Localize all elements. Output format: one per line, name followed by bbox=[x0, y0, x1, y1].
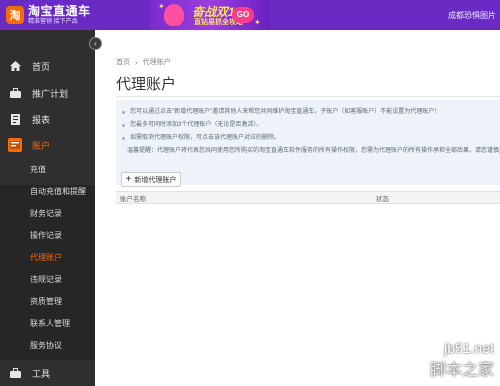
submenu-item-auto-recharge[interactable]: 自动充值和提醒 bbox=[0, 181, 95, 201]
sidebar-item-label: 首页 bbox=[32, 61, 51, 72]
notice-item: 温馨提醒：代理账户将代表您共同使用您所购买的淘宝直通车软件服务的所有操作权限，您… bbox=[122, 145, 500, 158]
breadcrumb-current: 代理账户 bbox=[142, 59, 171, 66]
shop-name-link[interactable]: 成都恐惧图片 bbox=[448, 10, 496, 21]
banner-star-icon: ✦ bbox=[254, 18, 261, 27]
column-header-status: 状态 bbox=[376, 196, 389, 203]
sidebar-item-reports[interactable]: 报表 bbox=[0, 106, 95, 132]
bullet-icon bbox=[122, 137, 125, 140]
sidebar-item-home[interactable]: 首页 bbox=[0, 53, 95, 79]
notice-text: 您可以通过点击"新增代理账户"邀请其他人来帮您共同维护淘宝直通车，子账户（如客服… bbox=[130, 109, 441, 115]
watermark-site: jb51.net bbox=[444, 340, 494, 356]
logo-title: 淘宝直通车 bbox=[28, 4, 91, 18]
sidebar-item-label: 工具 bbox=[32, 368, 51, 379]
submenu-item-finance-records[interactable]: 财务记录 bbox=[0, 203, 95, 223]
title-divider bbox=[116, 96, 500, 97]
logo-mark: 淘 bbox=[6, 6, 24, 24]
bullet-icon bbox=[122, 111, 125, 114]
watermark-name: 脚本之家 bbox=[429, 360, 494, 379]
top-bar: 淘 淘宝直通车 精准营销 接下产品 ✦ ✦ 奋战双12 直钻易抓全攻略 GO 成… bbox=[0, 0, 500, 30]
tools-icon bbox=[8, 366, 22, 380]
submenu-item-violations[interactable]: 违规记录 bbox=[0, 269, 95, 289]
submenu-item-recharge[interactable]: 充值 bbox=[0, 159, 95, 179]
notice-item: 您最多可同时添加3个代理账户（无论是否激活）。 bbox=[122, 119, 500, 132]
breadcrumb-separator-icon: › bbox=[135, 57, 138, 67]
submenu-item-qualifications[interactable]: 资质管理 bbox=[0, 291, 95, 311]
notice-text: 温馨提醒：代理账户将代表您共同使用您所购买的淘宝直通车软件服务的所有操作权限，您… bbox=[127, 148, 500, 154]
table-header: 账户名称 状态 bbox=[116, 191, 500, 204]
sidebar-item-label: 报表 bbox=[32, 114, 51, 125]
sidebar-item-label: 推广计划 bbox=[32, 88, 69, 99]
notice-text: 您最多可同时添加3个代理账户（无论是否激活）。 bbox=[130, 122, 263, 128]
main-content: 首页 › 代理账户 代理账户 您可以通过点击"新增代理账户"邀请其他人来帮您共同… bbox=[95, 30, 500, 386]
collapse-sidebar-button[interactable]: ‹ bbox=[89, 37, 102, 50]
notice-text: 如需取消代理账户权限，可点击该代理账户对应的删除。 bbox=[130, 135, 281, 141]
column-header-account-name: 账户名称 bbox=[120, 196, 146, 203]
plus-icon: + bbox=[125, 173, 132, 185]
page-title: 代理账户 bbox=[116, 76, 177, 93]
account-icon bbox=[8, 138, 22, 152]
add-agent-account-label: 新增代理账户 bbox=[134, 176, 177, 184]
add-agent-account-button[interactable]: + 新增代理账户 bbox=[121, 172, 181, 187]
submenu-item-agent-accounts[interactable]: 代理账户 bbox=[0, 247, 95, 267]
report-icon bbox=[8, 112, 22, 126]
sidebar-item-campaigns[interactable]: 推广计划 bbox=[0, 80, 95, 106]
sidebar-item-tools[interactable]: 工具 bbox=[0, 360, 95, 386]
logo-text: 淘宝直通车 精准营销 接下产品 bbox=[28, 5, 91, 25]
breadcrumb: 首页 › 代理账户 bbox=[116, 57, 171, 67]
submenu-item-contacts[interactable]: 联系人管理 bbox=[0, 313, 95, 333]
breadcrumb-home-link[interactable]: 首页 bbox=[116, 57, 130, 67]
banner-go-button[interactable]: GO bbox=[232, 7, 254, 23]
watermark: jb51.net 脚本之家 bbox=[430, 340, 494, 380]
banner-mascot-icon bbox=[164, 4, 184, 26]
submenu-item-operation-records[interactable]: 操作记录 bbox=[0, 225, 95, 245]
notice-item: 如需取消代理账户权限，可点击该代理账户对应的删除。 bbox=[122, 132, 500, 145]
briefcase-icon bbox=[8, 86, 22, 100]
submenu-item-service-agreement[interactable]: 服务协议 bbox=[0, 335, 95, 355]
home-icon bbox=[8, 59, 22, 73]
sidebar-item-label: 账户 bbox=[32, 140, 51, 151]
logo-subtitle: 精准营销 接下产品 bbox=[28, 19, 78, 25]
bullet-icon bbox=[122, 124, 125, 127]
logo[interactable]: 淘 淘宝直通车 精准营销 接下产品 bbox=[6, 4, 112, 26]
banner-star-icon: ✦ bbox=[158, 2, 165, 11]
notice-item: 您可以通过点击"新增代理账户"邀请其他人来帮您共同维护淘宝直通车，子账户（如客服… bbox=[122, 106, 500, 119]
sidebar-item-account[interactable]: 账户 bbox=[0, 132, 95, 158]
